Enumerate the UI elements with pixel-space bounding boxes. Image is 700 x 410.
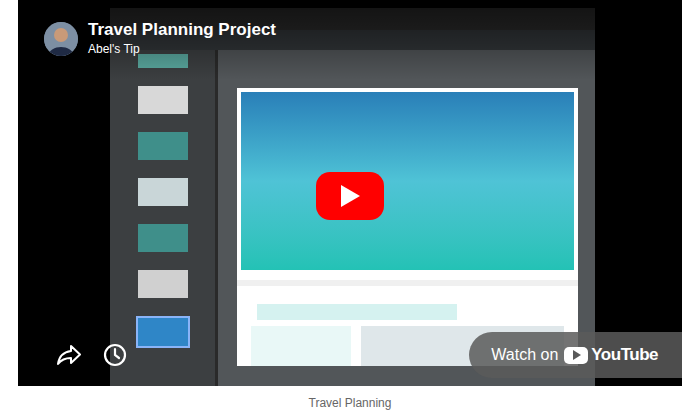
youtube-play-icon — [564, 347, 588, 364]
clock-icon[interactable] — [102, 342, 128, 368]
watch-on-youtube-button[interactable]: Watch on YouTube — [469, 332, 682, 378]
play-icon — [339, 184, 361, 208]
youtube-logo-text: YouTube — [591, 342, 658, 368]
video-caption: Travel Planning — [309, 396, 392, 410]
channel-name[interactable]: Abel's Tip — [88, 41, 276, 57]
watch-on-label: Watch on — [491, 343, 558, 367]
channel-avatar-icon[interactable] — [44, 22, 78, 56]
video-embed[interactable]: Travel Planning Project Abel's Tip Watch… — [18, 0, 682, 386]
video-title[interactable]: Travel Planning Project — [88, 19, 276, 41]
share-icon[interactable] — [56, 342, 82, 368]
play-button[interactable] — [316, 172, 384, 220]
youtube-logo: YouTube — [564, 342, 658, 368]
